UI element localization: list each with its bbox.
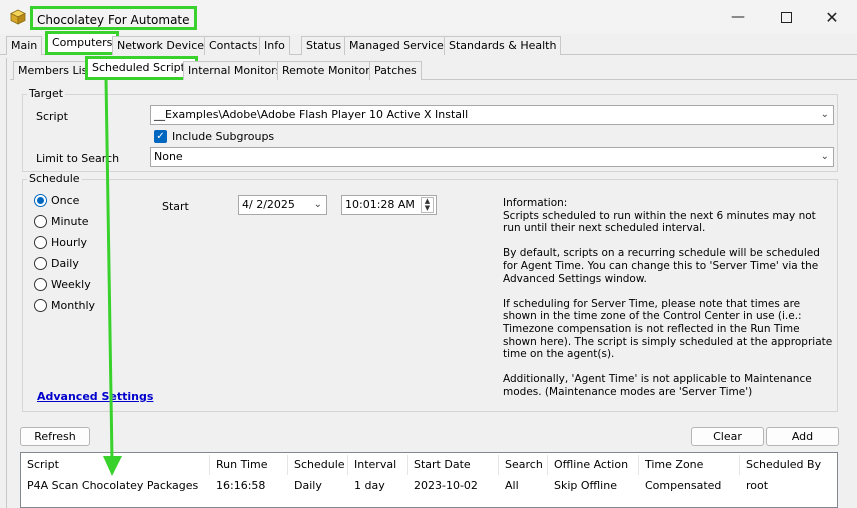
refresh-button[interactable]: Refresh	[20, 427, 90, 446]
include-subgroups-label: Include Subgroups	[172, 130, 275, 143]
limit-to-search-select[interactable]: None ⌄	[150, 147, 834, 167]
include-subgroups-checkbox[interactable]: ✓	[154, 130, 167, 143]
tab-computers[interactable]: Computers	[45, 31, 120, 55]
tab-main[interactable]: Main	[6, 36, 43, 55]
radio-button[interactable]	[34, 235, 47, 249]
cell-offline-action: Skip Offline	[554, 479, 617, 492]
spin-up-down-icon[interactable]: ▲ ▼	[421, 197, 434, 213]
maximize-icon[interactable]	[766, 4, 806, 30]
radio-button[interactable]	[34, 277, 47, 291]
column-header-offline-action[interactable]: Offline Action	[548, 455, 639, 475]
advanced-settings-link[interactable]: Advanced Settings	[37, 390, 153, 403]
column-header-run-time[interactable]: Run Time	[210, 455, 288, 475]
tab-managed-services[interactable]: Managed Services	[344, 36, 455, 55]
package-box-icon	[10, 9, 26, 25]
radio-button[interactable]	[34, 298, 47, 312]
add-button[interactable]: Add	[766, 427, 839, 446]
column-header-time-zone[interactable]: Time Zone	[639, 455, 740, 475]
script-select[interactable]: __Examples\Adobe\Adobe Flash Player 10 A…	[150, 105, 834, 125]
start-time-picker[interactable]: 10:01:28 AM ▲ ▼	[341, 195, 437, 215]
limit-to-search-label: Limit to Search	[36, 152, 120, 165]
tab-internal-monitors[interactable]: Internal Monitors	[183, 61, 287, 80]
radio-monthly[interactable]: Monthly	[34, 297, 95, 313]
cell-search: All	[505, 479, 519, 492]
target-legend: Target	[27, 87, 66, 100]
radio-weekly[interactable]: Weekly	[34, 276, 91, 292]
script-label: Script	[36, 110, 68, 123]
cell-interval: 1 day	[354, 479, 385, 492]
tab-contacts[interactable]: Contacts	[204, 36, 263, 55]
radio-button[interactable]	[34, 214, 47, 228]
column-header-start-date[interactable]: Start Date	[408, 455, 499, 475]
schedule-legend: Schedule	[27, 172, 82, 185]
column-header-script[interactable]: Script	[21, 455, 210, 475]
minimize-icon[interactable]: —	[718, 4, 758, 30]
tab-remote-monitors[interactable]: Remote Monitors	[277, 61, 381, 80]
cell-schedule: Daily	[294, 479, 322, 492]
radio-once[interactable]: Once	[34, 192, 79, 208]
radio-hourly[interactable]: Hourly	[34, 234, 87, 250]
start-date-value: 4/ 2/2025	[242, 198, 295, 211]
tab-status[interactable]: Status	[301, 36, 347, 55]
table-row[interactable]: P4A Scan Chocolatey Packages 16:16:58 Da…	[21, 476, 837, 496]
column-header-interval[interactable]: Interval	[348, 455, 408, 475]
tab-patches[interactable]: Patches	[369, 61, 422, 80]
column-header-search[interactable]: Search	[499, 455, 548, 475]
radio-button[interactable]	[34, 193, 47, 207]
tab-network-devices[interactable]: Network Devices	[112, 36, 215, 55]
information-text: Information: Scripts scheduled to run wi…	[503, 197, 833, 398]
close-icon[interactable]: ✕	[812, 4, 852, 30]
chevron-down-icon: ⌄	[313, 199, 322, 210]
cell-start-date: 2023-10-02	[414, 479, 478, 492]
radio-button[interactable]	[34, 256, 47, 270]
scheduled-scripts-table[interactable]: Script Run Time Schedule Interval Start …	[20, 452, 838, 508]
tab-scheduled-scripts[interactable]: Scheduled Scripts	[85, 56, 198, 80]
cell-scheduled-by: root	[746, 479, 769, 492]
cell-time-zone: Compensated	[645, 479, 722, 492]
tab-info[interactable]: Info	[259, 36, 290, 55]
window-title: Chocolatey For Automate	[30, 6, 197, 30]
chevron-down-icon: ⌄	[820, 151, 829, 162]
start-date-picker[interactable]: 4/ 2/2025 ⌄	[238, 195, 327, 215]
cell-run-time: 16:16:58	[216, 479, 266, 492]
script-select-value: __Examples\Adobe\Adobe Flash Player 10 A…	[154, 108, 469, 121]
column-header-schedule[interactable]: Schedule	[288, 455, 348, 475]
start-time-value: 10:01:28 AM	[345, 198, 415, 211]
radio-daily[interactable]: Daily	[34, 255, 79, 271]
chevron-down-icon: ⌄	[820, 109, 829, 120]
tab-standards-health[interactable]: Standards & Health	[444, 36, 562, 55]
cell-script: P4A Scan Chocolatey Packages	[27, 479, 199, 492]
clear-button[interactable]: Clear	[691, 427, 764, 446]
column-header-scheduled-by[interactable]: Scheduled By	[740, 455, 837, 475]
start-label: Start	[162, 200, 189, 213]
limit-to-search-value: None	[154, 150, 183, 163]
radio-minute[interactable]: Minute	[34, 213, 89, 229]
